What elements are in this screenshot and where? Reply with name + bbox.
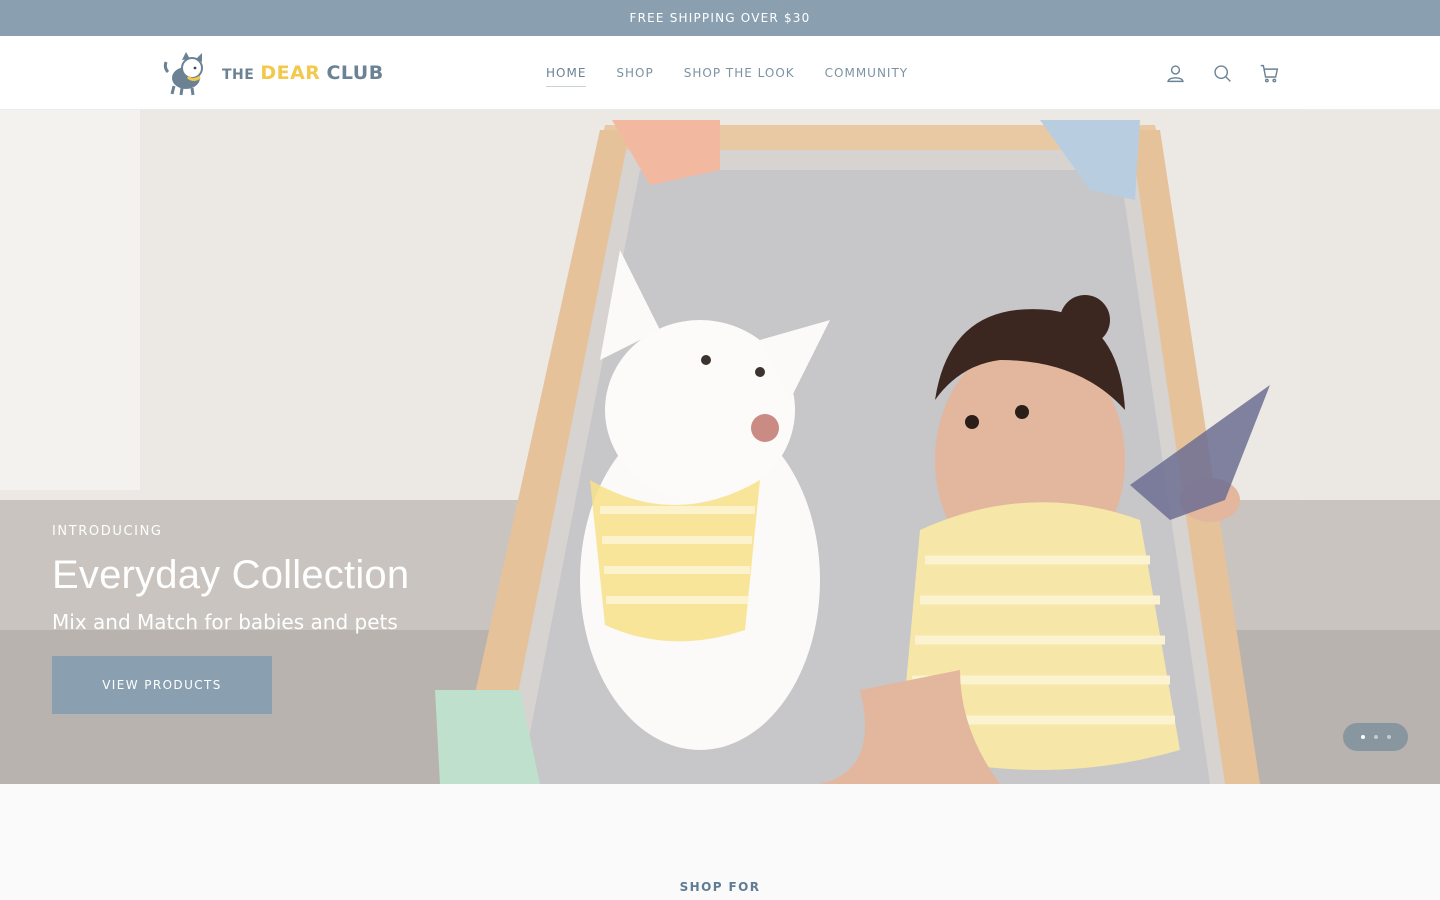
- slide-dot-1[interactable]: [1360, 735, 1365, 739]
- slideshow-pagination: [1343, 723, 1408, 751]
- header-actions: [1165, 36, 1280, 110]
- hero-slideshow: INTRODUCING Everyday Collection Mix and …: [0, 110, 1440, 784]
- site-header: THE DEAR CLUB HOME SHOP SHOP THE LOOK CO…: [0, 36, 1440, 110]
- dog-mascot-icon: [163, 52, 203, 96]
- section-heading: SHOP FOR: [679, 880, 761, 894]
- announcement-bar: FREE SHIPPING OVER $30: [0, 0, 1440, 36]
- cart-icon[interactable]: [1259, 63, 1280, 84]
- shop-for-section: SHOP FOR: [0, 784, 1440, 900]
- hero-title: Everyday Collection: [52, 553, 410, 597]
- view-products-button[interactable]: VIEW PRODUCTS: [52, 656, 272, 714]
- hero-subtitle: Mix and Match for babies and pets: [52, 610, 398, 634]
- hero-kicker: INTRODUCING: [52, 524, 163, 539]
- nav-item-home[interactable]: HOME: [546, 60, 587, 87]
- nav-item-community[interactable]: COMMUNITY: [825, 60, 909, 86]
- brand-club: CLUB: [326, 62, 384, 84]
- brand-logo[interactable]: THE DEAR CLUB: [160, 50, 384, 96]
- nav-item-shop[interactable]: SHOP: [616, 60, 653, 86]
- brand-wordmark: THE DEAR CLUB: [222, 62, 384, 84]
- main-nav: HOME SHOP SHOP THE LOOK COMMUNITY: [546, 36, 908, 110]
- announcement-text: FREE SHIPPING OVER $30: [629, 11, 811, 25]
- hero-content: INTRODUCING Everyday Collection Mix and …: [52, 524, 409, 714]
- search-icon[interactable]: [1212, 63, 1233, 84]
- brand-the: THE: [222, 67, 255, 83]
- slide-dot-2[interactable]: [1373, 735, 1378, 739]
- brand-dear: DEAR: [260, 62, 321, 84]
- account-icon[interactable]: [1165, 63, 1186, 84]
- slide-dot-3[interactable]: [1386, 735, 1391, 739]
- nav-item-shop-the-look[interactable]: SHOP THE LOOK: [684, 60, 795, 86]
